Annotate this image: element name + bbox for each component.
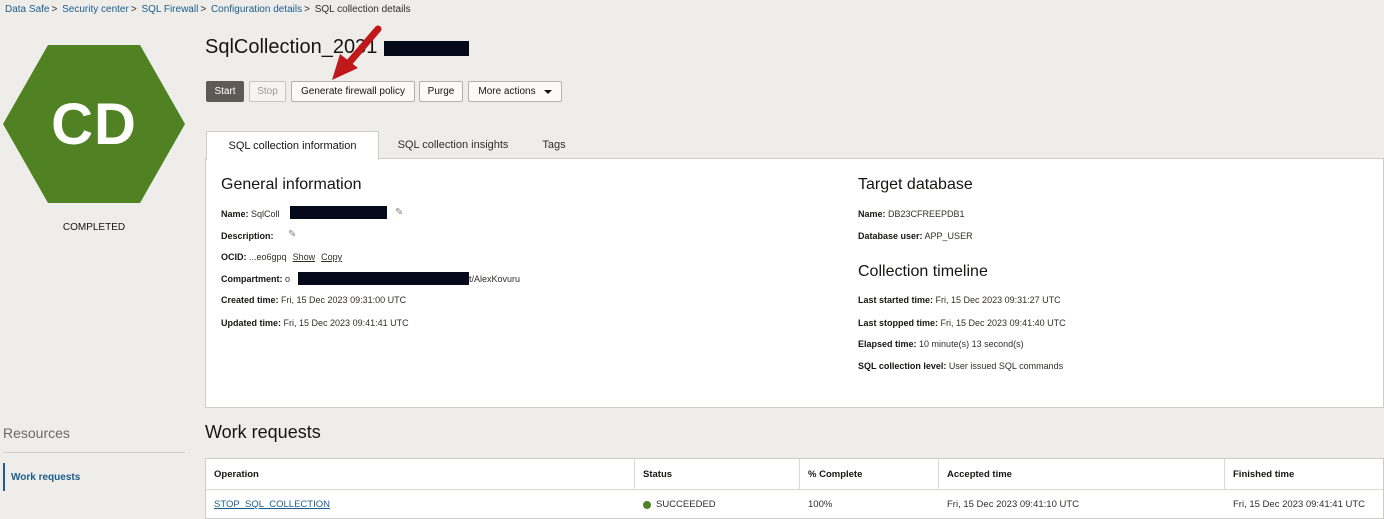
- column-header-status[interactable]: Status: [635, 459, 800, 489]
- db-user-label: Database user:: [858, 231, 923, 241]
- redaction-title: [384, 41, 469, 56]
- last-stopped-row: Last stopped time: Fri, 15 Dec 2023 09:4…: [858, 318, 1066, 328]
- ocid-copy-link[interactable]: Copy: [321, 252, 342, 262]
- sidebar-item-label: Work requests: [11, 472, 81, 483]
- collection-level-value: User issued SQL commands: [948, 361, 1064, 371]
- general-info-heading: General information: [221, 176, 362, 193]
- more-actions-button[interactable]: More actions: [468, 81, 562, 102]
- annotation-arrow-icon: [332, 25, 382, 80]
- compartment-prefix: o: [285, 274, 291, 284]
- redaction-name: [290, 206, 387, 219]
- breadcrumb-current: SQL collection details: [314, 4, 411, 15]
- resource-status: COMPLETED: [62, 222, 126, 233]
- table-row-complete: 100%: [800, 489, 939, 519]
- breadcrumb-configuration-details[interactable]: Configuration details: [211, 4, 302, 15]
- work-requests-table: Operation Status % Complete Accepted tim…: [205, 458, 1384, 519]
- generate-firewall-policy-button[interactable]: Generate firewall policy: [291, 81, 415, 102]
- work-requests-heading: Work requests: [205, 422, 321, 442]
- compartment-suffix: t/AlexKovuru: [469, 274, 521, 284]
- column-header-accepted-time[interactable]: Accepted time: [939, 459, 1225, 489]
- last-stopped-label: Last stopped time:: [858, 318, 939, 328]
- compartment-row: Compartment: o: [221, 274, 290, 284]
- timeline-heading: Collection timeline: [858, 263, 988, 280]
- start-button[interactable]: Start: [206, 81, 244, 102]
- last-started-label: Last started time:: [858, 295, 934, 305]
- target-name-value: DB23CFREEPDB1: [888, 209, 965, 219]
- column-header-complete[interactable]: % Complete: [800, 459, 939, 489]
- breadcrumb-sql-firewall[interactable]: SQL Firewall: [141, 4, 198, 15]
- elapsed-value: 10 minute(s) 13 second(s): [919, 339, 1024, 349]
- edit-description-pencil-icon[interactable]: ✎: [288, 229, 296, 240]
- chevron-down-icon: [543, 89, 552, 94]
- target-name-label: Name:: [858, 209, 886, 219]
- target-name-row: Name: DB23CFREEPDB1: [858, 209, 965, 219]
- db-user-value: APP_USER: [924, 231, 973, 241]
- status-text: SUCCEEDED: [656, 499, 716, 510]
- column-header-operation[interactable]: Operation: [206, 459, 635, 489]
- compartment-label: Compartment:: [221, 274, 283, 284]
- operation-link[interactable]: STOP_SQL_COLLECTION: [214, 499, 330, 510]
- tab-sql-collection-insights[interactable]: SQL collection insights: [383, 131, 523, 158]
- target-db-heading: Target database: [858, 176, 973, 193]
- description-label: Description:: [221, 231, 274, 241]
- ocid-show-link[interactable]: Show: [293, 252, 316, 262]
- column-header-finished-time[interactable]: Finished time: [1225, 459, 1383, 489]
- ocid-row: OCID: ...eo6gpq Show Copy: [221, 252, 342, 262]
- more-actions-label: More actions: [478, 86, 536, 97]
- last-started-value: Fri, 15 Dec 2023 09:31:27 UTC: [935, 295, 1061, 305]
- db-user-row: Database user: APP_USER: [858, 231, 973, 241]
- created-row: Created time: Fri, 15 Dec 2023 09:31:00 …: [221, 295, 406, 305]
- description-row: Description:: [221, 231, 274, 241]
- stop-button[interactable]: Stop: [249, 81, 286, 102]
- updated-row: Updated time: Fri, 15 Dec 2023 09:41:41 …: [221, 318, 409, 328]
- name-row: Name: SqlColl: [221, 209, 280, 219]
- name-value: SqlColl: [251, 209, 280, 219]
- elapsed-label: Elapsed time:: [858, 339, 917, 349]
- updated-value: Fri, 15 Dec 2023 09:41:41 UTC: [283, 318, 409, 328]
- ocid-label: OCID:: [221, 252, 247, 262]
- name-label: Name:: [221, 209, 249, 219]
- resources-heading: Resources: [3, 425, 70, 441]
- table-row-accepted: Fri, 15 Dec 2023 09:41:10 UTC: [939, 489, 1225, 519]
- tab-sql-collection-information[interactable]: SQL collection information: [206, 131, 379, 160]
- breadcrumb-security-center[interactable]: Security center: [62, 4, 129, 15]
- last-started-row: Last started time: Fri, 15 Dec 2023 09:3…: [858, 295, 1061, 305]
- edit-name-pencil-icon[interactable]: ✎: [395, 207, 403, 218]
- collection-level-label: SQL collection level:: [858, 361, 947, 371]
- table-row-operation: STOP_SQL_COLLECTION: [206, 489, 635, 519]
- ocid-value: ...eo6gpq: [249, 252, 287, 262]
- updated-label: Updated time:: [221, 318, 282, 328]
- table-row-status: SUCCEEDED: [635, 489, 800, 519]
- created-value: Fri, 15 Dec 2023 09:31:00 UTC: [281, 295, 407, 305]
- status-dot-icon: [643, 500, 651, 509]
- elapsed-row: Elapsed time: 10 minute(s) 13 second(s): [858, 339, 1024, 349]
- breadcrumb: Data Safe > Security center > SQL Firewall…: [5, 4, 411, 15]
- purge-button[interactable]: Purge: [419, 81, 463, 102]
- table-row-finished: Fri, 15 Dec 2023 09:41:41 UTC: [1225, 489, 1383, 519]
- resources-divider: [3, 452, 185, 453]
- breadcrumb-data-safe[interactable]: Data Safe: [5, 4, 49, 15]
- resource-initials: CD: [51, 91, 137, 157]
- last-stopped-value: Fri, 15 Dec 2023 09:41:40 UTC: [940, 318, 1066, 328]
- tab-tags[interactable]: Tags: [530, 131, 578, 158]
- sidebar-item-work-requests[interactable]: Work requests: [3, 463, 187, 491]
- created-label: Created time:: [221, 295, 279, 305]
- collection-level-row: SQL collection level: User issued SQL co…: [858, 361, 1063, 371]
- redaction-compartment: [298, 272, 469, 285]
